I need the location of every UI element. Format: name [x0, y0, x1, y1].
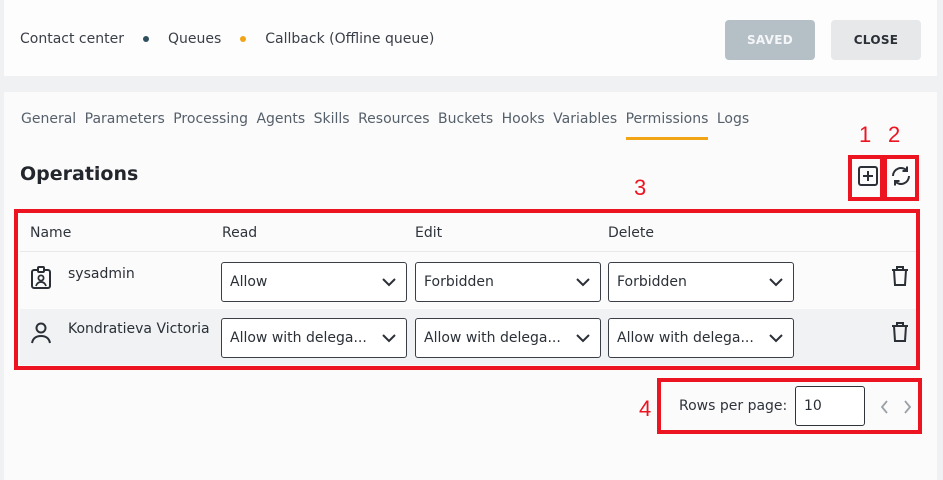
close-button[interactable]: CLOSE: [831, 20, 921, 60]
breadcrumb-contact-center[interactable]: Contact center: [20, 31, 124, 47]
breadcrumb-current: Callback (Offline queue): [265, 31, 435, 47]
tab-logs[interactable]: Logs: [717, 111, 749, 140]
annotation-label-1: 1: [859, 122, 872, 147]
tab-variables[interactable]: Variables: [553, 111, 617, 140]
annotation-box-2: [883, 155, 919, 201]
tab-hooks[interactable]: Hooks: [502, 111, 545, 140]
tab-resources[interactable]: Resources: [358, 111, 430, 140]
tab-permissions[interactable]: Permissions: [625, 111, 709, 140]
annotation-box-3: [14, 209, 920, 370]
top-bar: Contact center Queues Callback (Offline qu…: [4, 0, 937, 76]
breadcrumb: Contact center Queues Callback (Offline qu…: [20, 31, 434, 47]
annotation-label-2: 2: [888, 122, 901, 147]
breadcrumb-separator-dot: [142, 36, 149, 42]
breadcrumb-separator-dot: [240, 36, 247, 42]
tab-buckets[interactable]: Buckets: [438, 111, 493, 140]
tab-skills[interactable]: Skills: [314, 111, 350, 140]
annotation-box-4: [657, 378, 922, 434]
annotation-label-3: 3: [634, 175, 647, 200]
breadcrumb-queues[interactable]: Queues: [168, 31, 221, 47]
tab-agents[interactable]: Agents: [256, 111, 305, 140]
operations-title: Operations: [20, 163, 139, 185]
tab-processing[interactable]: Processing: [173, 111, 248, 140]
tab-parameters[interactable]: Parameters: [85, 111, 165, 140]
annotation-box-1: [848, 155, 884, 201]
tab-general[interactable]: General: [21, 111, 76, 140]
saved-button[interactable]: SAVED: [725, 20, 815, 60]
annotation-label-4: 4: [639, 396, 652, 421]
tab-bar: General Parameters Processing Agents Ski…: [21, 111, 753, 140]
